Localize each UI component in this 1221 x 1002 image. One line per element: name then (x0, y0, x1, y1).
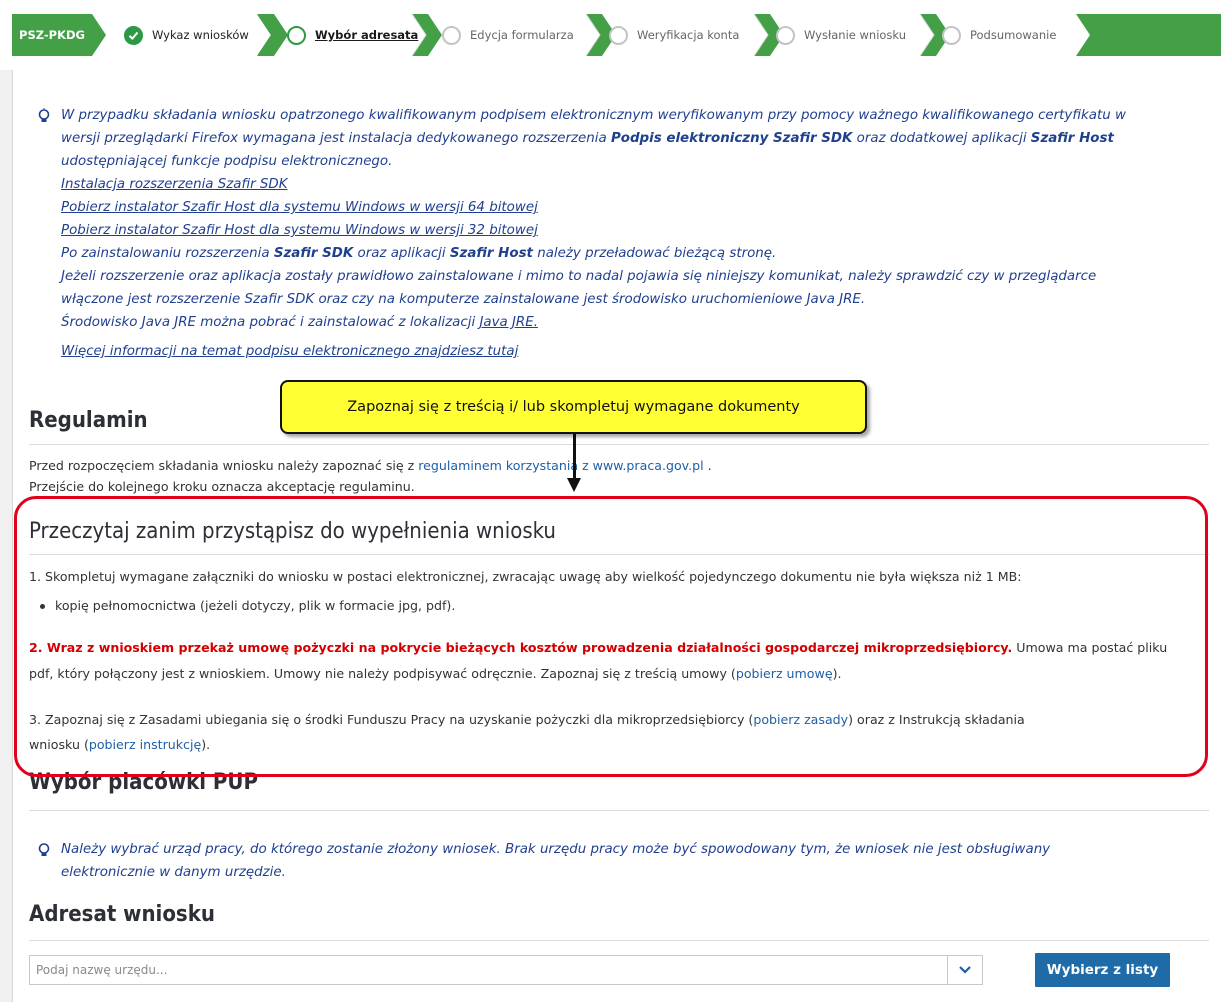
divider (29, 940, 1209, 941)
signature-info: W przypadku składania wniosku opatrzoneg… (61, 104, 1211, 363)
lightbulb-icon (38, 108, 50, 122)
info-line: W przypadku składania wniosku opatrzoneg… (61, 108, 1126, 123)
step-label: Wykaz wniosków (152, 28, 249, 42)
office-search-input[interactable] (30, 956, 942, 984)
arrow-down-icon (567, 478, 581, 492)
info-line: Po zainstalowaniu rozszerzenia Szafir SD… (61, 246, 777, 261)
circle-icon (942, 25, 961, 45)
page: PSZ-PKDG Wykaz wniosków Wybór adresata E… (0, 0, 1221, 1002)
circle-icon (442, 25, 461, 45)
step-label: Wybór adresata (315, 28, 419, 42)
divider (29, 810, 1209, 811)
info-line: Środowisko Java JRE można pobrać i zains… (61, 315, 538, 330)
app-tag: PSZ-PKDG (19, 28, 85, 42)
circle-icon (287, 25, 306, 45)
info-line: udostępniającej funkcje podpisu elektron… (61, 154, 393, 169)
step-weryfikacja-konta[interactable]: Weryfikacja konta (609, 14, 739, 56)
regulamin-acceptance: Przejście do kolejnego kroku oznacza akc… (29, 479, 415, 494)
step-wybor-adresata[interactable]: Wybór adresata (287, 14, 418, 56)
left-border (0, 70, 13, 1002)
regulamin-heading: Regulamin (29, 408, 148, 433)
circle-icon (609, 25, 628, 45)
download-host-64-link[interactable]: Pobierz instalator Szafir Host dla syste… (61, 200, 538, 215)
info-line: Jeżeli rozszerzenie oraz aplikacja zosta… (61, 269, 1097, 284)
step-label: Weryfikacja konta (637, 28, 740, 42)
more-info-link[interactable]: Więcej informacji na temat podpisu elekt… (61, 344, 518, 359)
info-line: włączone jest rozszerzenie Szafir SDK or… (61, 292, 866, 307)
install-sdk-link[interactable]: Instalacja rozszerzenia Szafir SDK (61, 177, 288, 192)
step-wykaz-wnioskow[interactable]: Wykaz wniosków (124, 14, 249, 56)
addressee-heading: Adresat wniosku (29, 902, 215, 927)
arrow-shaft (573, 434, 576, 480)
choose-from-list-button[interactable]: Wybierz z listy (1035, 953, 1170, 987)
step-podsumowanie[interactable]: Podsumowanie (942, 14, 1056, 56)
step-label: Podsumowanie (970, 28, 1057, 42)
chevron-down-icon[interactable] (947, 956, 982, 984)
pup-info: Należy wybrać urząd pracy, do którego zo… (61, 842, 1051, 880)
callout-note: Zapoznaj się z treścią i/ lub skompletuj… (280, 380, 867, 434)
sdk-name: Podpis elektroniczny Szafir SDK (610, 131, 853, 146)
step-edycja-formularza[interactable]: Edycja formularza (442, 14, 574, 56)
regulamin-text: Przed rozpoczęciem składania wniosku nal… (29, 458, 712, 473)
download-host-32-link[interactable]: Pobierz instalator Szafir Host dla syste… (61, 223, 538, 238)
check-icon (124, 25, 143, 45)
step-label: Wysłanie wniosku (804, 28, 907, 42)
divider (29, 444, 1209, 445)
java-jre-link[interactable]: Java JRE. (479, 315, 538, 330)
lightbulb-icon (38, 843, 50, 856)
wizard-steps-bar: PSZ-PKDG Wykaz wniosków Wybór adresata E… (12, 14, 1221, 56)
highlight-frame (14, 496, 1208, 777)
regulamin-link[interactable]: regulaminem korzystania z www.praca.gov.… (418, 458, 703, 473)
step-wyslanie-wniosku[interactable]: Wysłanie wniosku (776, 14, 906, 56)
office-search (29, 955, 983, 985)
step-label: Edycja formularza (470, 28, 574, 42)
circle-icon (776, 25, 795, 45)
host-name: Szafir Host (1030, 131, 1114, 146)
info-line: wersji przeglądarki Firefox wymagana jes… (61, 131, 1114, 146)
